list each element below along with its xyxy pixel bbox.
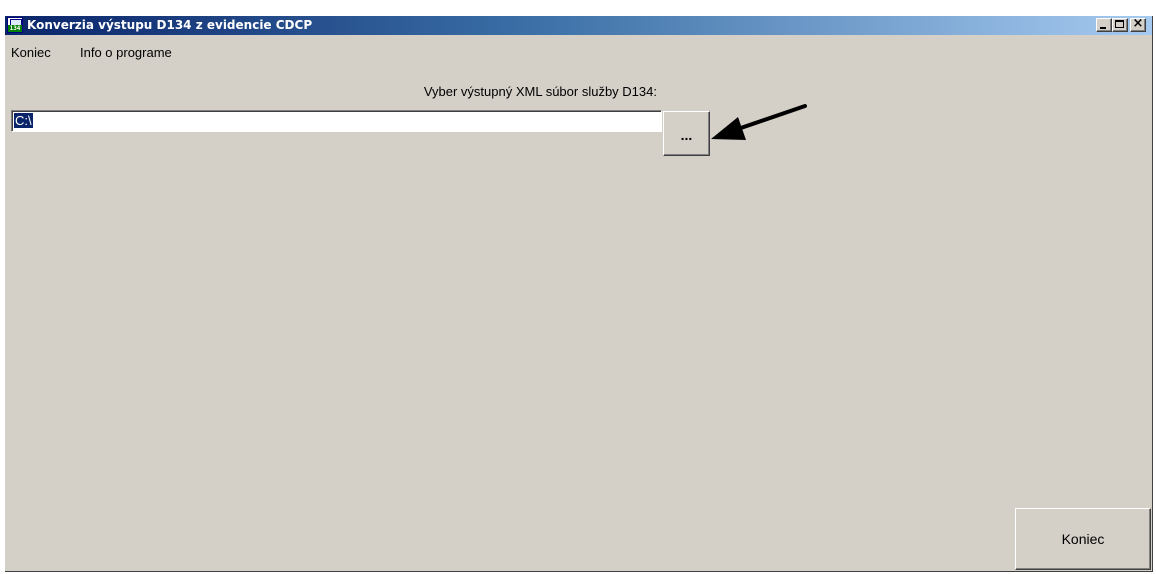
window-title: Konverzia výstupu D134 z evidencie CDCP	[27, 18, 313, 32]
app-icon[interactable]: 134	[7, 17, 23, 33]
koniec-button-label: Koniec	[1061, 531, 1105, 547]
file-path-value: C:\	[14, 113, 33, 128]
minimize-icon	[1100, 27, 1106, 29]
arrow-pointer-icon	[711, 104, 807, 140]
menu-bar: Koniec Info o programe	[5, 44, 405, 62]
browse-button[interactable]: ...	[663, 111, 710, 156]
close-window-button[interactable]: ×	[1130, 16, 1146, 32]
menu-item-info-o-programe[interactable]: Info o programe	[80, 44, 172, 62]
menu-item-koniec[interactable]: Koniec	[11, 44, 51, 62]
app-icon-number: 134	[8, 25, 22, 32]
maximize-icon	[1115, 20, 1124, 28]
minimize-button[interactable]	[1096, 18, 1112, 32]
file-select-label: Vyber výstupný XML súbor služby D134:	[423, 84, 657, 99]
close-icon: ×	[1132, 16, 1144, 31]
maximize-button[interactable]	[1112, 18, 1128, 32]
title-bar[interactable]: 134 Konverzia výstupu D134 z evidencie C…	[5, 16, 1152, 35]
main-window: 134 Konverzia výstupu D134 z evidencie C…	[5, 16, 1153, 572]
file-path-input[interactable]: C:\	[11, 110, 662, 132]
koniec-button[interactable]: Koniec	[1015, 508, 1151, 570]
browse-button-label: ...	[680, 127, 693, 143]
